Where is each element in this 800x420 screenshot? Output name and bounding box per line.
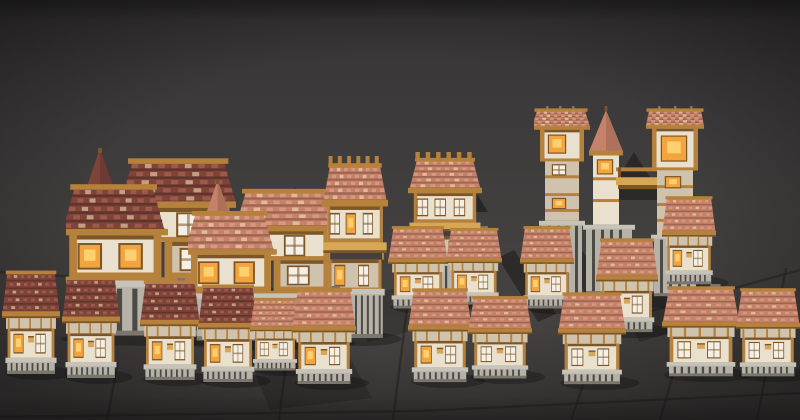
building-house-mid-left-4	[198, 282, 258, 384]
building-house-mid-left-3	[140, 278, 200, 382]
buildings-group	[0, 0, 800, 420]
building-house-front-center-1	[408, 286, 472, 384]
building-house-mid-center	[292, 286, 356, 386]
building-house-mid-left-1	[2, 268, 60, 376]
viewport-canvas[interactable]	[0, 0, 800, 420]
building-house-front-center-2	[468, 294, 532, 380]
building-house-front-right-3	[736, 286, 800, 378]
building-house-mid-right-2	[662, 194, 716, 286]
building-house-mid-left-2	[62, 274, 120, 380]
building-house-front-right-1	[558, 290, 626, 386]
building-house-front-right-2	[662, 284, 740, 378]
